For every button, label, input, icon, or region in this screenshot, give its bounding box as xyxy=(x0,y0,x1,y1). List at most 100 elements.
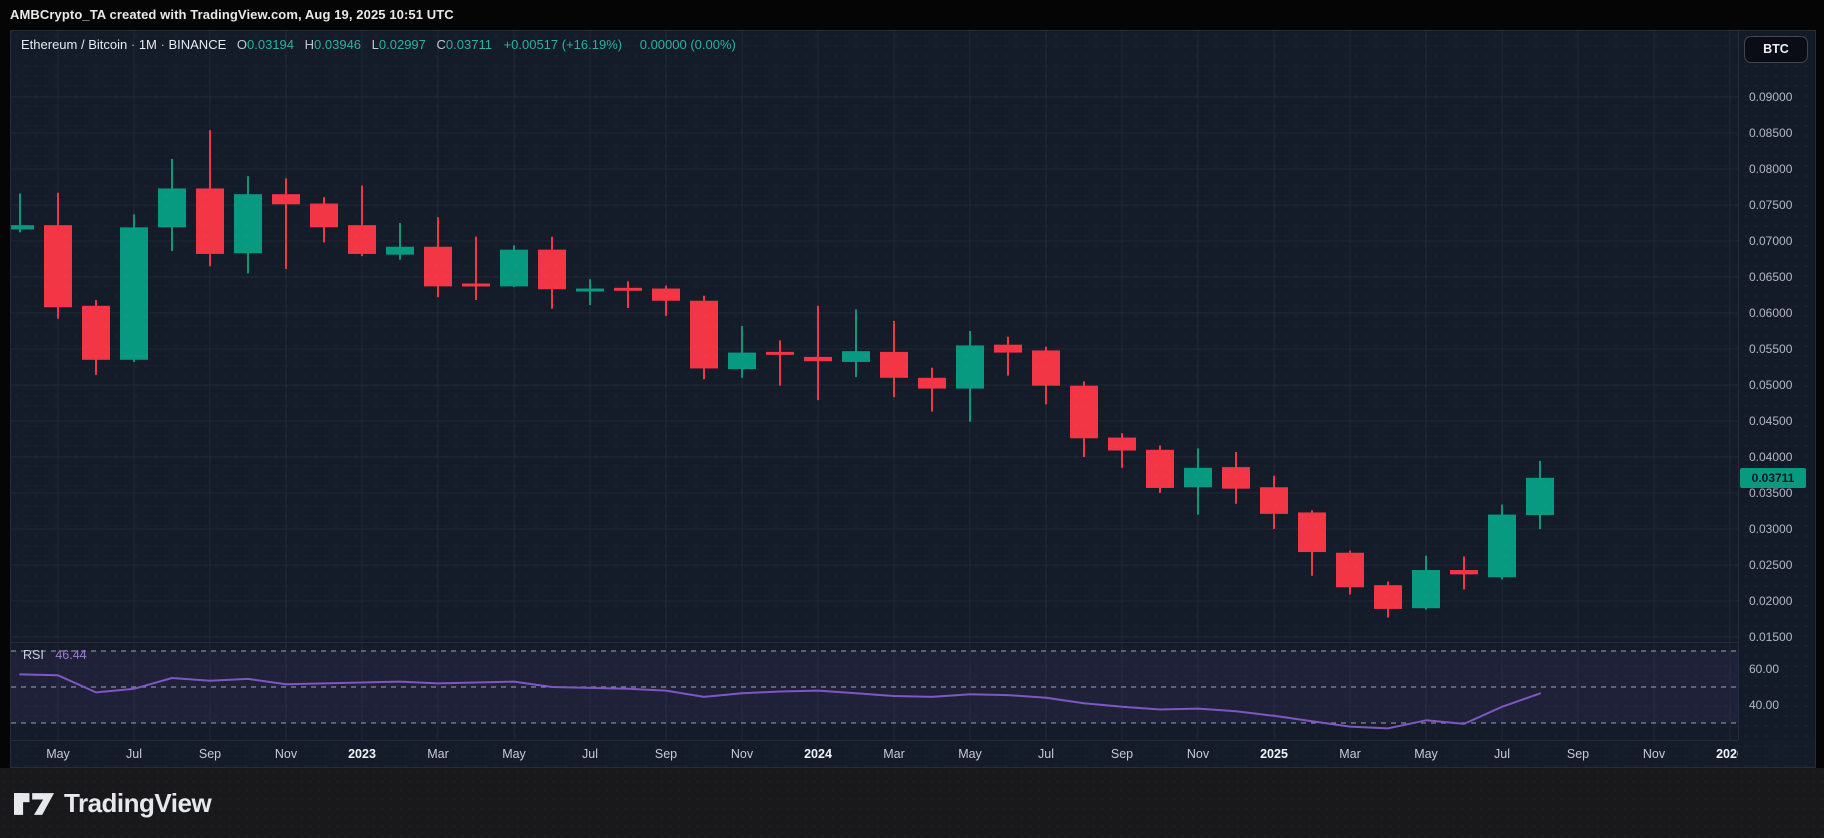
price-axis-label: 0.04000 xyxy=(1749,449,1792,465)
candle-body[interactable] xyxy=(576,289,604,292)
time-axis-year-label: 2026 xyxy=(1716,747,1738,761)
candle-body[interactable] xyxy=(1450,570,1478,574)
price-axis-label: 0.04500 xyxy=(1749,413,1792,429)
candle-body[interactable] xyxy=(386,247,414,255)
candle-body[interactable] xyxy=(804,357,832,361)
candle-body[interactable] xyxy=(44,225,72,307)
time-axis-month-label: Nov xyxy=(1643,747,1665,761)
time-axis[interactable]: MayJulSepNov2023MarMayJulSepNov2024MarMa… xyxy=(11,740,1738,768)
time-axis-month-label: May xyxy=(46,747,70,761)
interval-label[interactable]: 1M xyxy=(139,37,157,52)
open-value: 0.03194 xyxy=(247,37,294,52)
price-axis-label: 0.05000 xyxy=(1749,377,1792,393)
tradingview-logo-text: TradingView xyxy=(64,788,211,819)
time-axis-month-label: Jul xyxy=(1038,747,1054,761)
candle-body[interactable] xyxy=(158,188,186,227)
time-axis-month-label: Nov xyxy=(1187,747,1209,761)
candle-body[interactable] xyxy=(1108,438,1136,451)
price-axis-label: 0.07500 xyxy=(1749,197,1792,213)
candle-body[interactable] xyxy=(11,225,34,229)
secondary-change-value: 0.00000 (0.00%) xyxy=(640,37,736,52)
time-axis-month-label: Sep xyxy=(1111,747,1133,761)
candle-body[interactable] xyxy=(1336,553,1364,588)
candle-body[interactable] xyxy=(120,227,148,359)
time-axis-month-label: May xyxy=(502,747,526,761)
candle-body[interactable] xyxy=(348,225,376,254)
price-axis-label: 0.09000 xyxy=(1749,89,1792,105)
open-letter: O xyxy=(237,37,247,52)
time-axis-year-label: 2024 xyxy=(804,747,832,761)
price-axis-label: 0.02500 xyxy=(1749,557,1792,573)
tradingview-logo-icon xyxy=(14,790,54,818)
time-axis-month-label: Jul xyxy=(126,747,142,761)
price-axis-label: 0.06500 xyxy=(1749,269,1792,285)
candle-body[interactable] xyxy=(424,247,452,287)
candle-body[interactable] xyxy=(1032,350,1060,385)
price-axis-label: 0.08500 xyxy=(1749,125,1792,141)
candle-body[interactable] xyxy=(880,352,908,378)
time-axis-month-label: Mar xyxy=(883,747,905,761)
pane-separator[interactable] xyxy=(11,642,1738,643)
chart-plot-area[interactable] xyxy=(11,31,1738,768)
price-axis-label: 0.01500 xyxy=(1749,629,1792,645)
time-axis-month-label: Mar xyxy=(427,747,449,761)
time-axis-month-label: Nov xyxy=(275,747,297,761)
candle-body[interactable] xyxy=(690,301,718,369)
candle-body[interactable] xyxy=(842,351,870,362)
time-axis-month-label: Jul xyxy=(582,747,598,761)
rsi-axis-label: 40.00 xyxy=(1749,697,1779,713)
time-axis-month-label: May xyxy=(958,747,982,761)
time-axis-year-label: 2025 xyxy=(1260,747,1288,761)
candle-body[interactable] xyxy=(1070,386,1098,439)
rsi-label: RSI xyxy=(23,648,44,662)
high-letter: H xyxy=(305,37,314,52)
candle-body[interactable] xyxy=(652,289,680,301)
price-axis-label: 0.07000 xyxy=(1749,233,1792,249)
time-axis-month-label: Mar xyxy=(1339,747,1361,761)
price-axis-label: 0.03000 xyxy=(1749,521,1792,537)
top-attribution-bar: AMBCrypto_TA created with TradingView.co… xyxy=(0,0,1824,30)
exchange-label: BINANCE xyxy=(168,37,226,52)
candle-body[interactable] xyxy=(538,250,566,290)
candle-body[interactable] xyxy=(728,353,756,370)
rsi-legend[interactable]: RSI 46.44 xyxy=(23,648,87,662)
price-axis-label: 0.05500 xyxy=(1749,341,1792,357)
candle-body[interactable] xyxy=(1526,478,1554,515)
candle-body[interactable] xyxy=(918,378,946,389)
candle-body[interactable] xyxy=(1412,570,1440,608)
change-value: +0.00517 (+16.19%) xyxy=(504,37,623,52)
time-axis-month-label: Jul xyxy=(1494,747,1510,761)
close-letter: C xyxy=(437,37,446,52)
candle-body[interactable] xyxy=(1146,450,1174,488)
price-axis-label: 0.06000 xyxy=(1749,305,1792,321)
candle-body[interactable] xyxy=(310,204,338,228)
candle-body[interactable] xyxy=(82,306,110,360)
tradingview-chart-widget: Ethereum / Bitcoin · 1M · BINANCE O0.031… xyxy=(10,30,1816,768)
time-axis-month-label: Sep xyxy=(655,747,677,761)
candle-body[interactable] xyxy=(766,352,794,355)
candle-body[interactable] xyxy=(1374,585,1402,609)
symbol-legend[interactable]: Ethereum / Bitcoin · 1M · BINANCE O0.031… xyxy=(21,37,736,52)
tradingview-logo[interactable]: TradingView xyxy=(14,788,211,819)
candle-body[interactable] xyxy=(1298,512,1326,552)
candle-body[interactable] xyxy=(1260,487,1288,514)
candle-body[interactable] xyxy=(1222,467,1250,489)
candle-body[interactable] xyxy=(196,188,224,254)
symbol-title[interactable]: Ethereum / Bitcoin xyxy=(21,37,127,52)
currency-toggle-button[interactable]: BTC xyxy=(1744,36,1808,63)
candle-body[interactable] xyxy=(994,345,1022,353)
candle-body[interactable] xyxy=(1184,468,1212,487)
candle-body[interactable] xyxy=(462,283,490,286)
price-axis-label: 0.02000 xyxy=(1749,593,1792,609)
candle-body[interactable] xyxy=(1488,515,1516,578)
price-axis[interactable]: 0.090000.085000.080000.075000.070000.065… xyxy=(1738,31,1816,740)
time-axis-month-label: May xyxy=(1414,747,1438,761)
candle-body[interactable] xyxy=(614,288,642,291)
candle-body[interactable] xyxy=(956,345,984,388)
high-value: 0.03946 xyxy=(314,37,361,52)
legend-separator-2: · xyxy=(161,37,165,52)
candle-body[interactable] xyxy=(500,250,528,287)
candle-body[interactable] xyxy=(272,194,300,204)
legend-separator-1: · xyxy=(131,37,135,52)
candle-body[interactable] xyxy=(234,194,262,253)
